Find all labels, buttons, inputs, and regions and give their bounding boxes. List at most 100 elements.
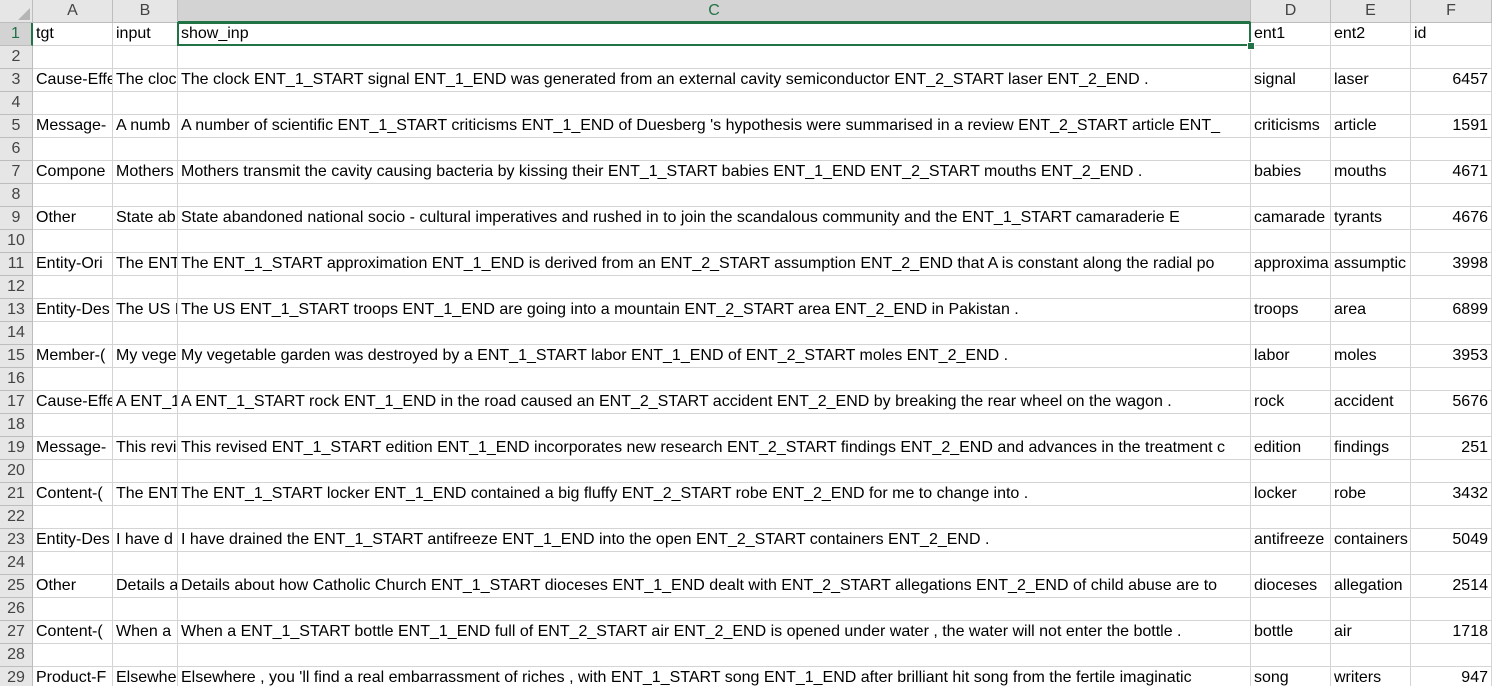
cell-D23[interactable]: antifreeze [1251,529,1331,552]
cell-C7[interactable]: Mothers transmit the cavity causing bact… [178,161,1251,184]
cell-F4[interactable] [1411,92,1492,115]
cell-F12[interactable] [1411,276,1492,299]
cell-E10[interactable] [1331,230,1411,253]
cell-E13[interactable]: area [1331,299,1411,322]
cell-C18[interactable] [178,414,1251,437]
cell-F14[interactable] [1411,322,1492,345]
row-header-19[interactable]: 19 [0,437,33,460]
cell-E22[interactable] [1331,506,1411,529]
cell-E24[interactable] [1331,552,1411,575]
row-header-1[interactable]: 1 [0,23,33,46]
cell-A1[interactable]: tgt [33,23,113,46]
row-header-11[interactable]: 11 [0,253,33,276]
cell-D19[interactable]: edition [1251,437,1331,460]
cell-D20[interactable] [1251,460,1331,483]
cell-A2[interactable] [33,46,113,69]
column-header-B[interactable]: B [113,0,178,23]
cell-C8[interactable] [178,184,1251,207]
cell-A7[interactable]: Compone [33,161,113,184]
cell-D26[interactable] [1251,598,1331,621]
row-header-9[interactable]: 9 [0,207,33,230]
row-header-2[interactable]: 2 [0,46,33,69]
cell-C10[interactable] [178,230,1251,253]
cell-C17[interactable]: A ENT_1_START rock ENT_1_END in the road… [178,391,1251,414]
cell-E18[interactable] [1331,414,1411,437]
cell-D15[interactable]: labor [1251,345,1331,368]
cell-C3[interactable]: The clock ENT_1_START signal ENT_1_END w… [178,69,1251,92]
row-header-21[interactable]: 21 [0,483,33,506]
row-header-16[interactable]: 16 [0,368,33,391]
cell-A25[interactable]: Other [33,575,113,598]
cell-F22[interactable] [1411,506,1492,529]
row-header-7[interactable]: 7 [0,161,33,184]
cell-C25[interactable]: Details about how Catholic Church ENT_1_… [178,575,1251,598]
cell-E7[interactable]: mouths [1331,161,1411,184]
row-header-28[interactable]: 28 [0,644,33,667]
cell-F25[interactable]: 2514 [1411,575,1492,598]
row-header-23[interactable]: 23 [0,529,33,552]
cell-B14[interactable] [113,322,178,345]
cell-B12[interactable] [113,276,178,299]
cell-A10[interactable] [33,230,113,253]
cell-B16[interactable] [113,368,178,391]
cell-C5[interactable]: A number of scientific ENT_1_START criti… [178,115,1251,138]
cell-B28[interactable] [113,644,178,667]
cell-A27[interactable]: Content-( [33,621,113,644]
cell-D28[interactable] [1251,644,1331,667]
column-header-E[interactable]: E [1331,0,1411,23]
cell-D25[interactable]: dioceses [1251,575,1331,598]
cell-F7[interactable]: 4671 [1411,161,1492,184]
cell-B1[interactable]: input [113,23,178,46]
cell-B15[interactable]: My vege [113,345,178,368]
cell-B19[interactable]: This revi [113,437,178,460]
cell-D18[interactable] [1251,414,1331,437]
row-header-17[interactable]: 17 [0,391,33,414]
cell-A28[interactable] [33,644,113,667]
cell-A13[interactable]: Entity-Des [33,299,113,322]
cell-D14[interactable] [1251,322,1331,345]
cell-D7[interactable]: babies [1251,161,1331,184]
row-header-10[interactable]: 10 [0,230,33,253]
cell-D9[interactable]: camarade [1251,207,1331,230]
cell-B20[interactable] [113,460,178,483]
cell-F20[interactable] [1411,460,1492,483]
cell-A22[interactable] [33,506,113,529]
cell-B24[interactable] [113,552,178,575]
cell-D3[interactable]: signal [1251,69,1331,92]
cell-C4[interactable] [178,92,1251,115]
cell-D16[interactable] [1251,368,1331,391]
cell-E16[interactable] [1331,368,1411,391]
cell-F17[interactable]: 5676 [1411,391,1492,414]
column-header-C[interactable]: C [178,0,1251,23]
column-header-A[interactable]: A [33,0,113,23]
row-header-18[interactable]: 18 [0,414,33,437]
cell-B2[interactable] [113,46,178,69]
cell-A3[interactable]: Cause-Effe [33,69,113,92]
cell-D27[interactable]: bottle [1251,621,1331,644]
cell-B23[interactable]: I have d [113,529,178,552]
cell-D8[interactable] [1251,184,1331,207]
spreadsheet-grid[interactable]: A B C D E F 1 tgt input show_inp ent1 ent2 id 2 3 Cause… [0,0,1492,686]
column-header-D[interactable]: D [1251,0,1331,23]
cell-E15[interactable]: moles [1331,345,1411,368]
cell-A16[interactable] [33,368,113,391]
cell-F28[interactable] [1411,644,1492,667]
cell-D1[interactable]: ent1 [1251,23,1331,46]
cell-E6[interactable] [1331,138,1411,161]
cell-D22[interactable] [1251,506,1331,529]
row-header-13[interactable]: 13 [0,299,33,322]
cell-E1[interactable]: ent2 [1331,23,1411,46]
cell-B26[interactable] [113,598,178,621]
cell-B7[interactable]: Mothers [113,161,178,184]
cell-D10[interactable] [1251,230,1331,253]
row-header-8[interactable]: 8 [0,184,33,207]
cell-E25[interactable]: allegation [1331,575,1411,598]
cell-F26[interactable] [1411,598,1492,621]
cell-E19[interactable]: findings [1331,437,1411,460]
cell-F1[interactable]: id [1411,23,1492,46]
cell-E4[interactable] [1331,92,1411,115]
row-header-3[interactable]: 3 [0,69,33,92]
cell-D5[interactable]: criticisms [1251,115,1331,138]
cell-D12[interactable] [1251,276,1331,299]
cell-F3[interactable]: 6457 [1411,69,1492,92]
